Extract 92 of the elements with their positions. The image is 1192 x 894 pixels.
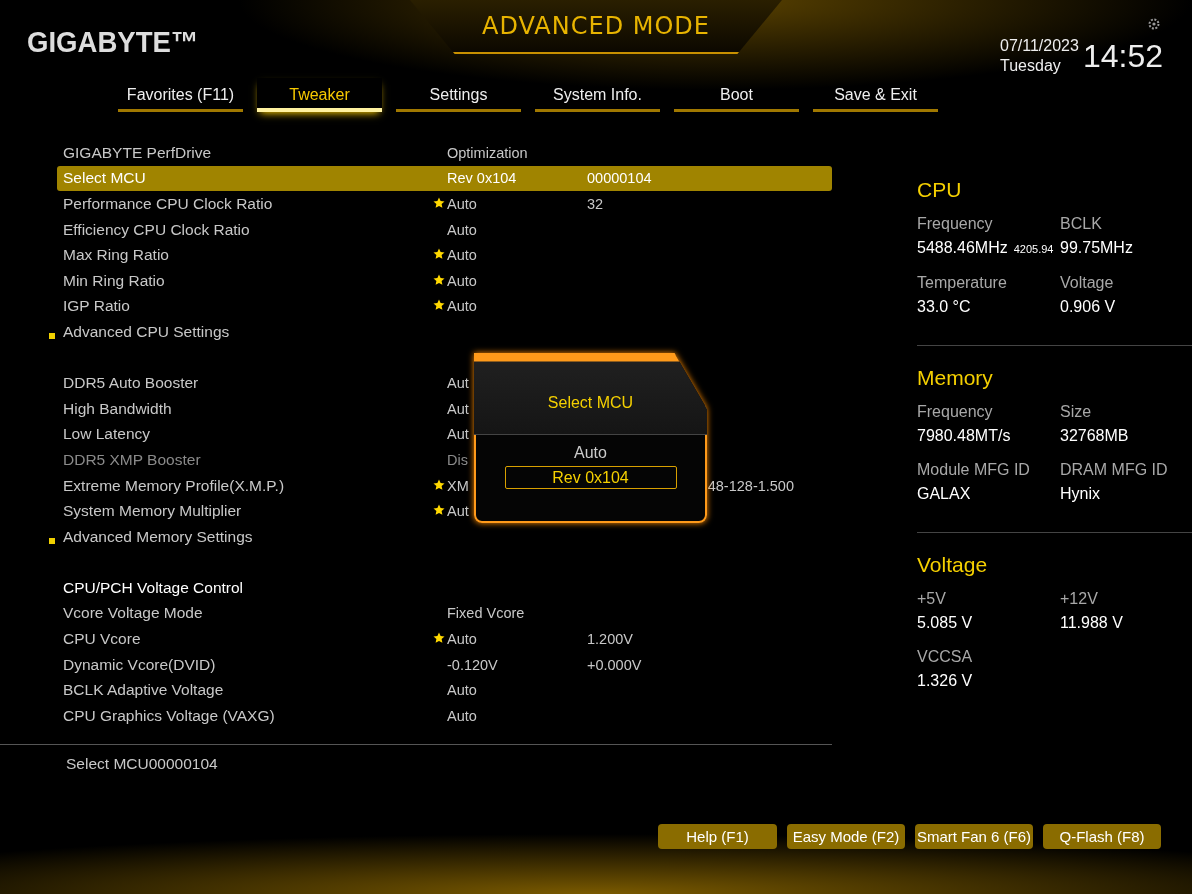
setting-label[interactable]: GIGABYTE PerfDrive [63,143,433,162]
info-value: GALAX [917,484,971,504]
setting-value: Auto [447,682,477,699]
nav-tab[interactable]: Favorites (F11) [118,78,243,112]
info-value: 1.326 V [917,671,973,691]
info-label: VCCSA [917,648,973,665]
info-value: 0.906 V [1060,297,1116,317]
setting-value: Auto [447,631,477,648]
weekday-text: Tuesday [1000,56,1062,76]
setting-label[interactable]: BCLK Adaptive Voltage [63,681,433,700]
setting-label[interactable]: Dynamic Vcore(DVID) [63,655,433,674]
nav-tab[interactable]: Settings [396,78,521,112]
setting-label[interactable]: Max Ring Ratio [63,246,433,265]
setting-value: Auto [447,196,477,212]
bullet-icon [49,332,55,339]
setting-value: XM [447,477,469,494]
nav-tab[interactable]: Save & Exit [813,78,938,112]
section-heading: CPU/PCH Voltage Control [63,578,245,597]
info-label: Temperature [917,274,1007,291]
info-label: Frequency [917,215,993,232]
info-value: 7980.48MT/s [917,426,1011,446]
setting-value: Aut [447,426,469,443]
function-key-button[interactable]: Easy Mode (F2) [787,824,905,849]
info-section-title: CPU [917,178,962,202]
setting-value: 1.200V [587,631,633,648]
mode-title: ADVANCED MODE [410,0,782,54]
setting-value: Auto [447,272,477,289]
info-value: 5488.46MHz [917,238,1008,258]
info-label: +12V [1060,590,1098,607]
clock-time: 14:52 [1083,38,1164,75]
function-key-button[interactable]: Q-Flash (F8) [1043,824,1161,849]
setting-value: Optimization [447,144,528,161]
info-section-title: Voltage [917,553,988,577]
setting-value: Auto [447,298,477,315]
setting-label[interactable]: High Bandwidth [63,399,433,418]
setting-label[interactable]: Select MCU [63,169,433,188]
info-value: 33.0 °C [917,297,971,317]
setting-label[interactable]: CPU Graphics Voltage (VAXG) [63,706,433,725]
function-key-button[interactable]: Help (F1) [658,824,777,849]
setting-value: -0.120V [447,656,498,673]
setting-label[interactable]: DDR5 Auto Booster [63,374,433,393]
setting-value: Auto [447,247,477,264]
setting-label[interactable]: Efficiency CPU Clock Ratio [63,220,433,239]
nav-tab[interactable]: System Info. [535,78,660,112]
info-label: DRAM MFG ID [1060,461,1168,478]
help-text: Select MCU00000104 [66,755,219,774]
setting-label[interactable]: System Memory Multiplier [63,502,433,521]
info-label: Module MFG ID [917,461,1030,478]
info-value: 99.75MHz [1060,238,1133,258]
dialog-title: Select MCU [547,393,634,412]
setting-label[interactable]: CPU Vcore [63,630,433,649]
setting-value: Auto [447,221,477,238]
setting-label[interactable]: Performance CPU Clock Ratio [63,195,433,213]
info-value: 5.085 V [917,613,973,633]
setting-value: 32 [587,196,604,212]
info-value: 32768MB [1060,426,1129,446]
function-key-button[interactable]: Smart Fan 6 (F6) [915,824,1033,849]
setting-label[interactable]: Vcore Voltage Mode [63,604,433,623]
nav-tab[interactable]: Tweaker [257,78,382,112]
dialog-option[interactable]: Rev 0x104 [504,466,677,489]
info-section-title: Memory [917,366,993,390]
setting-label[interactable]: Extreme Memory Profile(X.M.P.) [63,476,433,495]
info-label: +5V [917,590,946,607]
info-label: Frequency [917,403,993,420]
setting-value: Auto [447,707,477,724]
setting-value: Fixed Vcore [447,605,525,622]
nav-tab[interactable]: Boot [674,78,799,112]
setting-label[interactable]: Low Latency [63,425,433,444]
setting-label[interactable]: IGP Ratio [63,297,433,316]
setting-value: 00000104 [587,170,652,187]
date-text: 07/11/2023 [1000,36,1079,56]
setting-value: 48-128-1.500 [707,477,794,494]
settings-icon[interactable] [1148,18,1160,30]
selected-setting-row[interactable]: Select MCU Rev 0x104 00000104 [57,165,832,192]
dialog-option[interactable]: Auto [504,441,677,464]
setting-value: +0.000V [587,656,642,673]
setting-value: Aut [447,503,469,520]
submenu-link[interactable]: Advanced CPU Settings [63,322,230,340]
setting-value: Dis [447,451,468,468]
brand-logo: GIGABYTE™ [27,26,199,59]
info-value: Hynix [1060,484,1100,504]
submenu-link[interactable]: Advanced Memory Settings [63,527,253,545]
setting-value: Aut [447,375,469,392]
info-label: BCLK [1060,215,1102,232]
setting-label[interactable]: Min Ring Ratio [63,271,433,290]
bullet-icon [49,537,55,544]
info-value: 11.988 V [1060,613,1123,633]
info-value: 4205.94 [1013,242,1054,257]
info-label: Voltage [1060,274,1114,291]
setting-value: Rev 0x104 [447,170,517,187]
setting-value: Aut [447,400,469,417]
info-label: Size [1060,403,1092,420]
